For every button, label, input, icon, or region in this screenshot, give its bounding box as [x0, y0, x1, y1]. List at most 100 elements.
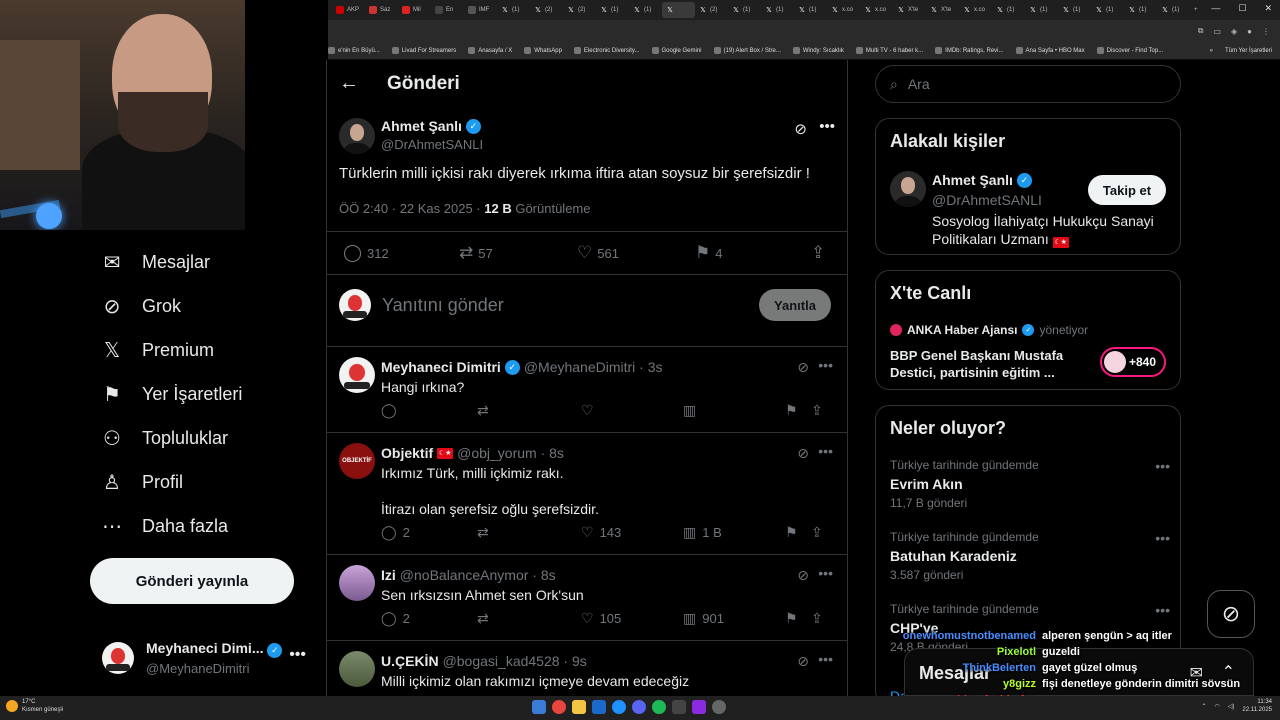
volume-icon[interactable]: ◁) [1228, 703, 1235, 710]
menu-icon[interactable]: ⋮ [1262, 27, 1270, 36]
tweet-time[interactable]: ÖÖ 2:40 · 22 Kas 2025 · [339, 201, 484, 216]
more-options-icon[interactable]: ••• [818, 565, 833, 581]
grok-icon[interactable]: ⊘ [794, 120, 807, 138]
profile-avatar-icon[interactable]: ● [1247, 27, 1252, 36]
browser-tab[interactable]: 𝕏 (2) [530, 2, 563, 18]
minimize-icon[interactable]: — [1211, 3, 1220, 14]
reply-author-name[interactable]: Objektif [381, 445, 433, 461]
reply-handle[interactable]: @bogasi_kad4528 · 9s [443, 653, 587, 669]
browser-tab[interactable]: 𝕏 (1) [1058, 2, 1091, 18]
nav-item-profil[interactable]: ♙ Profil [100, 470, 183, 494]
live-card[interactable]: X'te Canlı ANKA Haber Ajansı ✓ yönetiyor… [875, 270, 1181, 390]
like-action[interactable]: ♡ 561 [577, 243, 619, 263]
share-action[interactable]: ⇪ [811, 243, 825, 263]
browser-tab[interactable]: 𝕏 (2) [695, 2, 728, 18]
browser-tab[interactable]: 𝕏 (1) [1124, 2, 1157, 18]
browser-tab[interactable]: 𝕏 (1) [497, 2, 530, 18]
back-arrow-icon[interactable]: ← [339, 72, 359, 95]
more-options-icon[interactable]: ••• [289, 646, 306, 664]
reply-tweet[interactable]: U.ÇEKİN @bogasi_kad4528 · 9s ⊘ ••• Milli içk… [327, 641, 847, 696]
more-options-icon[interactable]: ••• [819, 118, 835, 135]
views-action[interactable]: ▥ [683, 402, 702, 419]
views-action[interactable]: ▥ 1 B [683, 524, 722, 541]
cast-icon[interactable]: ▭ [1213, 27, 1221, 36]
extension-icon[interactable]: ⧉ [1198, 26, 1204, 36]
share-action[interactable]: ⇪ [811, 402, 823, 419]
browser-tab[interactable]: 𝕏x.co [860, 2, 893, 18]
avatar[interactable] [339, 357, 375, 393]
browser-tab[interactable]: Mil [398, 2, 431, 18]
avatar[interactable] [339, 118, 375, 154]
nav-item-grok[interactable]: ⊘ Grok [100, 294, 181, 318]
weather-widget[interactable]: 17°C Kısmen güneşli [6, 698, 63, 714]
browser-tab[interactable]: IMF [464, 2, 497, 18]
bookmarks-more[interactable]: » [1210, 48, 1213, 54]
retweet-action[interactable]: ⇄ 57 [459, 243, 493, 263]
grok-icon[interactable]: ⊘ [797, 359, 809, 376]
nav-item-premium[interactable]: 𝕏 Premium [100, 338, 214, 362]
bookmark-item[interactable]: Anasayfa / X [468, 47, 512, 54]
tray-arrow-icon[interactable]: ⌃ [1202, 703, 1207, 710]
related-handle[interactable]: @DrAhmetSANLI [932, 192, 1042, 208]
edge-icon[interactable] [612, 700, 626, 714]
reply-handle[interactable]: @obj_yorum · 8s [457, 445, 564, 461]
nav-item-mesajlar[interactable]: ✉ Mesajlar [100, 250, 210, 274]
bookmark-item[interactable]: e'nin En Büyü... [328, 47, 380, 54]
more-options-icon[interactable]: ••• [818, 443, 833, 459]
chrome-icon[interactable] [552, 700, 566, 714]
clock[interactable]: 11:34 22.11.2025 [1242, 698, 1272, 714]
live-listeners-pill[interactable]: +840 [1100, 347, 1166, 377]
bookmark-item[interactable]: Google Gemini [651, 47, 702, 54]
share-action[interactable]: ⇪ [811, 610, 823, 627]
nav-item-topluluklar[interactable]: ⚇ Topluluklar [100, 426, 228, 450]
browser-tab[interactable]: 𝕏 (1) [1157, 2, 1190, 18]
grok-icon[interactable]: ⊘ [797, 653, 809, 670]
search-input[interactable]: ⌕ Ara [875, 65, 1181, 103]
discord-icon[interactable] [632, 700, 646, 714]
reply-input[interactable]: Yanıtını gönder [382, 295, 504, 316]
app-icon[interactable] [672, 700, 686, 714]
browser-tab[interactable]: 𝕏x.co [827, 2, 860, 18]
all-bookmarks[interactable]: Tüm Yer İşaretleri [1225, 48, 1272, 54]
retweet-action[interactable]: ⇄ [477, 524, 495, 541]
browser-tab[interactable]: 𝕏 (1) [992, 2, 1025, 18]
shield-icon[interactable]: ◈ [1231, 27, 1237, 36]
avatar[interactable]: OBJEKTİF [339, 443, 375, 479]
avatar[interactable] [890, 171, 926, 207]
post-button[interactable]: Gönderi yayınla [90, 558, 294, 604]
reply-tweet[interactable]: Meyhaneci Dimitri ✓ @MeyhaneDimitri · 3s ⊘ •… [327, 347, 847, 433]
avatar[interactable] [339, 565, 375, 601]
bookmark-action[interactable]: ⚑ [785, 524, 798, 541]
browser-tab[interactable]: 𝕏 (2) [563, 2, 596, 18]
bookmark-item[interactable]: Electronic Diversity... [573, 47, 640, 54]
reply-button[interactable]: Yanıtla [759, 289, 831, 321]
steam-icon[interactable] [592, 700, 606, 714]
folder-icon[interactable] [572, 700, 586, 714]
browser-tab[interactable]: 𝕏 X'te [893, 2, 926, 18]
more-options-icon[interactable]: ••• [818, 651, 833, 667]
reply-author-name[interactable]: U.ÇEKİN [381, 653, 439, 669]
browser-tab[interactable]: 𝕏x.co [959, 2, 992, 18]
more-options-icon[interactable]: ••• [1155, 530, 1170, 546]
browser-tab[interactable]: 𝕏 (1) [728, 2, 761, 18]
browser-tab[interactable]: 𝕏 [662, 2, 695, 18]
follow-button[interactable]: Takip et [1088, 175, 1166, 205]
trend-item[interactable]: Türkiye tarihinde gündemde Batuhan Karade… [890, 530, 1170, 582]
more-options-icon[interactable]: ••• [1155, 602, 1170, 618]
nav-item-yer-i-şaretleri[interactable]: ⚑ Yer İşaretleri [100, 382, 242, 406]
browser-tab[interactable]: 𝕏 (1) [1091, 2, 1124, 18]
related-name[interactable]: Ahmet Şanlı [932, 172, 1013, 188]
browser-tab[interactable]: En [431, 2, 464, 18]
start-icon[interactable] [532, 700, 546, 714]
browser-tab[interactable]: 𝕏 (1) [629, 2, 662, 18]
trend-item[interactable]: Türkiye tarihinde gündemde Evrim Akın 11,7… [890, 458, 1170, 510]
bookmark-action[interactable]: ⚑ 4 [695, 243, 722, 263]
browser-tab[interactable]: 𝕏 (1) [794, 2, 827, 18]
browser-tab[interactable]: 𝕏 X'te [926, 2, 959, 18]
maximize-icon[interactable]: ☐ [1238, 3, 1246, 14]
nav-item-daha-fazla[interactable]: ⋯ Daha fazla [100, 514, 228, 538]
reply-author-name[interactable]: Izi [381, 567, 396, 583]
reply-action[interactable]: ◯ 2 [381, 610, 410, 627]
browser-tab[interactable]: Saz [365, 2, 398, 18]
reply-action[interactable]: ◯ [381, 402, 403, 419]
